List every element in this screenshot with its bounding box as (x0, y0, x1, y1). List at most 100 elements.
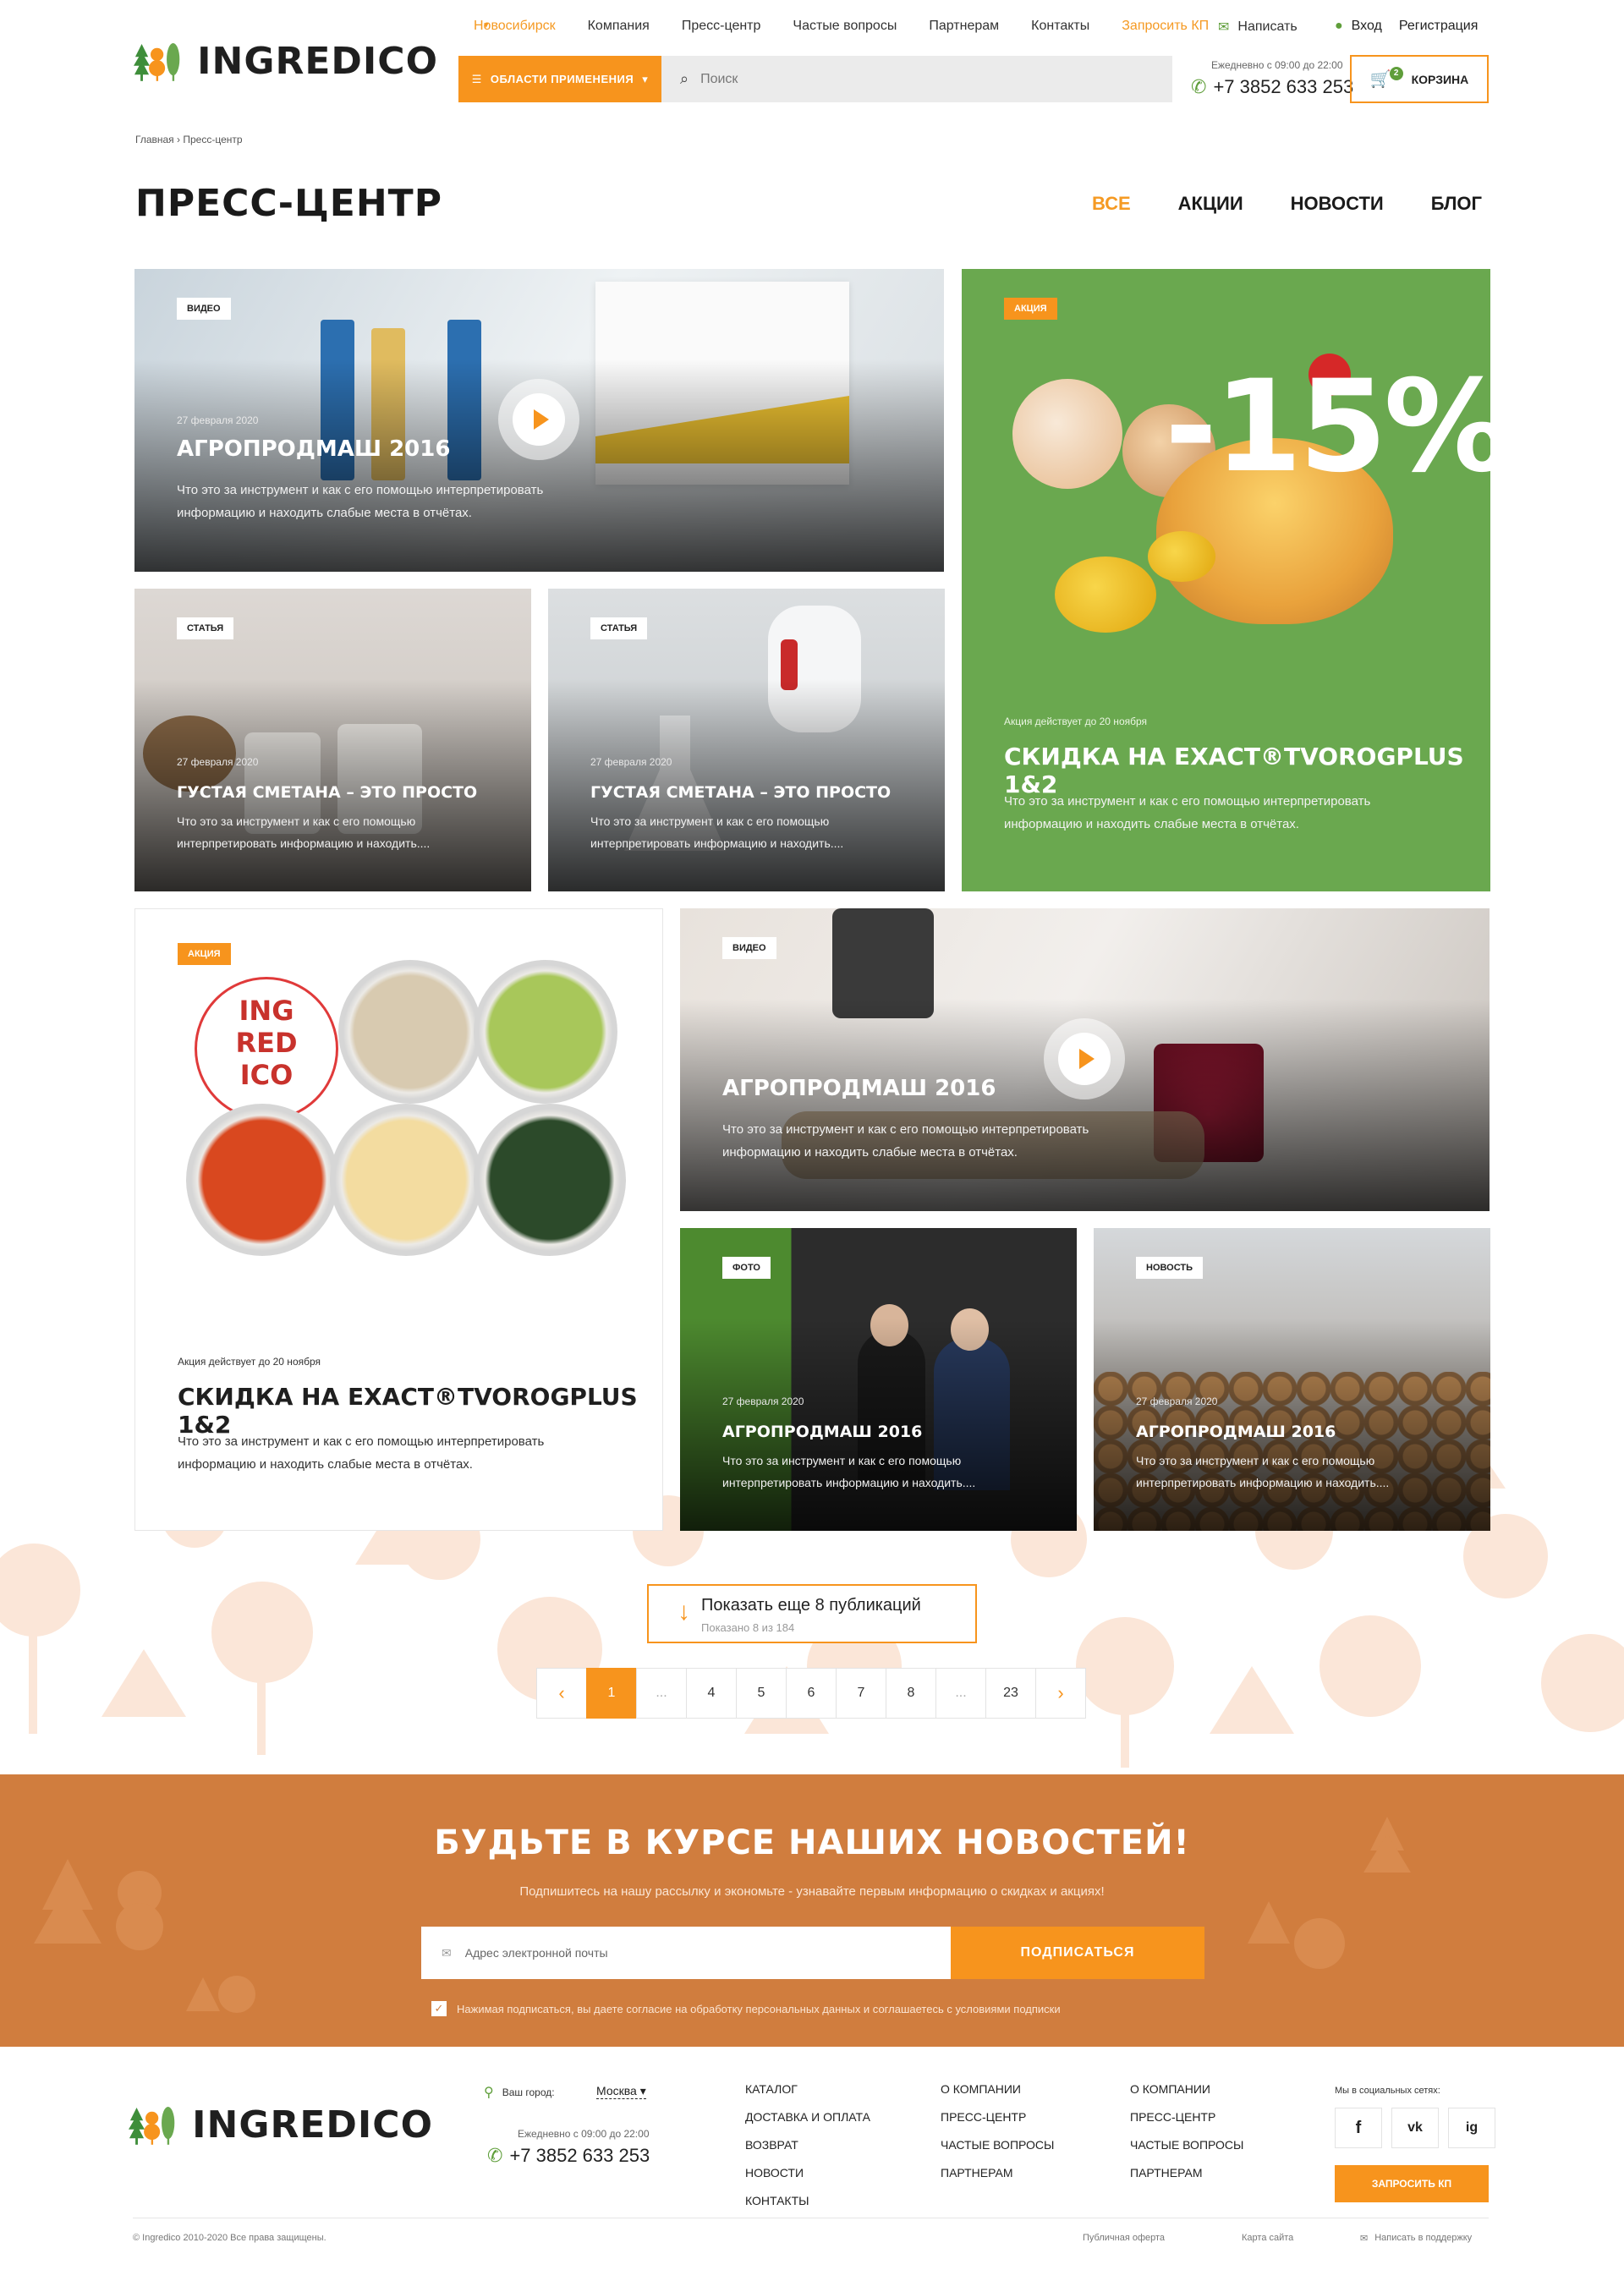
card-title: АГРОПРОДМАШ 2016 (722, 1423, 923, 1441)
nav-contacts[interactable]: Контакты (1031, 19, 1089, 34)
nav-faq[interactable]: Частые вопросы (793, 19, 897, 34)
footer-link[interactable]: ЧАСТЫЕ ВОПРОСЫ (941, 2131, 1054, 2159)
working-hours: Ежедневно с 09:00 до 22:00 (1211, 59, 1343, 71)
newsletter-subtitle: Подпишитесь на нашу рассылку и экономьте… (519, 1884, 1105, 1899)
filter-promotions[interactable]: АКЦИИ (1178, 193, 1243, 215)
card-title: АГРОПРОДМАШ 2016 (722, 1076, 996, 1101)
search-icon: ⌕ (680, 70, 689, 87)
nav-partners[interactable]: Партнерам (929, 19, 999, 34)
mail-icon: ✉ (1360, 2234, 1369, 2244)
filter-news[interactable]: НОВОСТИ (1291, 193, 1384, 215)
search-input[interactable]: ⌕ Поиск (661, 56, 1172, 102)
card-promo-discount-green[interactable]: АКЦИЯ -15% Акция действует до 20 ноября … (962, 269, 1490, 891)
instagram-icon[interactable]: ig (1448, 2108, 1495, 2148)
footer-link[interactable]: НОВОСТИ (745, 2159, 870, 2187)
card-date: 27 февраля 2020 (1136, 1395, 1218, 1407)
card-date: 27 февраля 2020 (177, 756, 259, 768)
nav-company[interactable]: Компания (588, 19, 650, 34)
footer-link[interactable]: О КОМПАНИИ (941, 2075, 1054, 2103)
footer-link[interactable]: ПАРТНЕРАМ (1130, 2159, 1243, 2187)
card-video-agroprodmash[interactable]: ВИДЕО 27 февраля 2020 АГРОПРОДМАШ 2016 Ч… (134, 269, 944, 572)
footer-link[interactable]: ЧАСТЫЕ ВОПРОСЫ (1130, 2131, 1243, 2159)
footer-link[interactable]: ПРЕСС-ЦЕНТР (1130, 2103, 1243, 2131)
page-8[interactable]: 8 (886, 1668, 936, 1719)
card-promo-discount-white[interactable]: АКЦИЯ ING RED ICO Акция действует до 20 … (134, 908, 663, 1531)
footer-link[interactable]: ПАРТНЕРАМ (941, 2159, 1054, 2187)
footer-link[interactable]: ВОЗВРАТ (745, 2131, 870, 2159)
play-button-icon[interactable] (498, 379, 579, 460)
filter-blog[interactable]: БЛОГ (1431, 193, 1482, 215)
consent-checkbox[interactable]: ✓ (431, 2001, 447, 2016)
breadcrumb-home[interactable]: Главная (135, 134, 174, 145)
play-button-icon[interactable] (1044, 1018, 1125, 1099)
card-news-agroprodmash[interactable]: НОВОСТЬ 27 февраля 2020 АГРОПРОДМАШ 2016… (1094, 1228, 1490, 1531)
footer-request-quote-button[interactable]: ЗАПРОСИТЬ КП (1335, 2165, 1489, 2202)
page-1[interactable]: 1 (586, 1668, 637, 1719)
register-link[interactable]: Регистрация (1399, 19, 1479, 34)
email-input[interactable]: ✉ Адрес электронной почты (421, 1927, 951, 1979)
footer-link[interactable]: ДОСТАВКА И ОПЛАТА (745, 2103, 870, 2131)
category-filters: ВСЕ АКЦИИ НОВОСТИ БЛОГ (1092, 193, 1482, 215)
tree-logo-icon (129, 2107, 175, 2145)
write-link[interactable]: ✉ Написать (1218, 19, 1298, 36)
footer-link[interactable]: О КОМПАНИИ (1130, 2075, 1243, 2103)
page-ellipsis: ... (636, 1668, 687, 1719)
login-link[interactable]: Вход (1352, 19, 1382, 34)
card-article-smetana-2[interactable]: СТАТЬЯ 27 февраля 2020 ГУСТАЯ СМЕТАНА – … (548, 589, 945, 891)
page-5[interactable]: 5 (736, 1668, 787, 1719)
site-logo[interactable]: INGREDICO (134, 17, 438, 105)
page-7[interactable]: 7 (836, 1668, 886, 1719)
page-title: ПРЕСС-ЦЕНТР (135, 182, 442, 225)
header-phone[interactable]: ✆ +7 3852 633 253 (1191, 76, 1353, 98)
powder-bowl (338, 960, 482, 1104)
support-link[interactable]: ✉ Написать в поддержку (1360, 2233, 1472, 2244)
cart-button[interactable]: 🛒 2 КОРЗИНА (1350, 55, 1489, 103)
public-offer-link[interactable]: Публичная оферта (1083, 2233, 1165, 2243)
vk-icon[interactable]: vk (1391, 2108, 1439, 2148)
card-text: Что это за инструмент и как с его помощь… (722, 1454, 976, 1489)
card-video-agroprodmash-2[interactable]: ВИДЕО АГРОПРОДМАШ 2016 Что это за инстру… (680, 908, 1490, 1211)
footer-col-company: О КОМПАНИИ ПРЕСС-ЦЕНТР ЧАСТЫЕ ВОПРОСЫ ПА… (941, 2075, 1054, 2187)
city-dropdown[interactable]: Москва ▾ (596, 2084, 646, 2099)
phone-icon: ✆ (1191, 76, 1207, 97)
filter-all[interactable]: ВСЕ (1092, 193, 1131, 215)
page-23[interactable]: 23 (985, 1668, 1036, 1719)
consent-row: ✓ Нажимая подписаться, вы даете согласие… (431, 2001, 1061, 2016)
footer-link[interactable]: КОНТАКТЫ (745, 2187, 870, 2215)
footer-col-catalog: КАТАЛОГ ДОСТАВКА И ОПЛАТА ВОЗВРАТ НОВОСТ… (745, 2075, 870, 2215)
user-icon: ● (1335, 19, 1343, 33)
page-6[interactable]: 6 (786, 1668, 837, 1719)
nav-request-quote[interactable]: Запросить КП (1122, 19, 1209, 34)
powder-bowl (474, 1104, 626, 1256)
card-date: Акция действует до 20 ноября (1004, 716, 1148, 727)
ingredico-badge-logo: ING RED ICO (195, 977, 338, 1121)
chevron-down-icon: ▾ (639, 2084, 646, 2097)
subscribe-button[interactable]: ПОДПИСАТЬСЯ (951, 1927, 1204, 1979)
mail-icon: ✉ (1218, 20, 1230, 35)
footer-logo[interactable]: INGREDICO (129, 2081, 433, 2169)
footer-phone[interactable]: ✆ +7 3852 633 253 (487, 2145, 650, 2167)
page-ellipsis: ... (935, 1668, 986, 1719)
card-title: ГУСТАЯ СМЕТАНА – ЭТО ПРОСТО (590, 783, 892, 802)
breadcrumb-current: Пресс-центр (183, 134, 243, 145)
chevron-down-icon: ▾ (642, 72, 649, 85)
cart-icon: 🛒 (1369, 70, 1391, 89)
card-photo-agroprodmash[interactable]: ФОТО 27 февраля 2020 АГРОПРОДМАШ 2016 Чт… (680, 1228, 1077, 1531)
sitemap-link[interactable]: Карта сайта (1242, 2233, 1293, 2243)
card-title: АГРОПРОДМАШ 2016 (1136, 1423, 1336, 1441)
next-page-button[interactable]: › (1035, 1668, 1086, 1719)
card-text: Что это за инструмент и как с его помощь… (178, 1434, 545, 1472)
cart-count-badge: 2 (1389, 66, 1403, 80)
card-text: Что это за инструмент и как с его помощь… (177, 483, 544, 520)
application-areas-button[interactable]: ☰ ОБЛАСТИ ПРИМЕНЕНИЯ ▾ (458, 56, 661, 102)
powder-bowl (474, 960, 617, 1104)
pagination: ‹ 1 ... 4 5 6 7 8 ... 23 › (536, 1668, 1086, 1719)
facebook-icon[interactable]: f (1335, 2108, 1382, 2148)
footer-link[interactable]: ПРЕСС-ЦЕНТР (941, 2103, 1054, 2131)
nav-press-center[interactable]: Пресс-центр (682, 19, 761, 34)
footer-link[interactable]: КАТАЛОГ (745, 2075, 870, 2103)
page-4[interactable]: 4 (686, 1668, 737, 1719)
card-article-smetana-1[interactable]: СТАТЬЯ 27 февраля 2020 ГУСТАЯ СМЕТАНА – … (134, 589, 531, 891)
prev-page-button[interactable]: ‹ (536, 1668, 587, 1719)
load-more-button[interactable]: ↓ Показать еще 8 публикаций Показано 8 и… (647, 1584, 977, 1643)
